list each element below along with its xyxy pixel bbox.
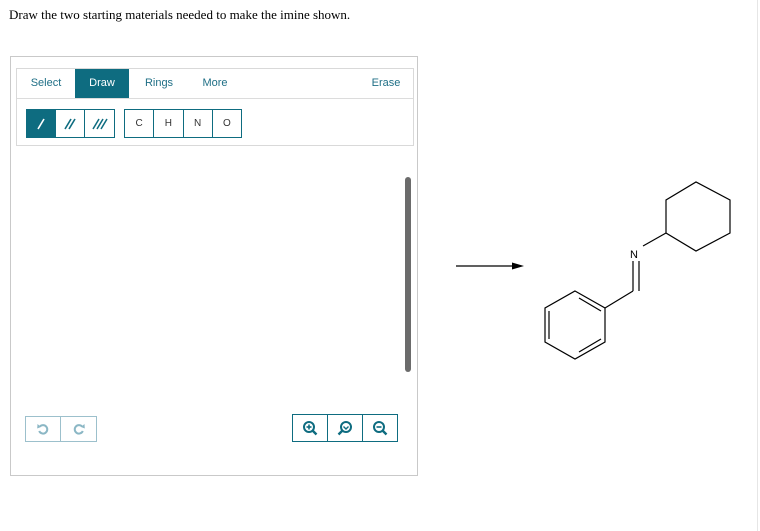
canvas-scrollbar[interactable] [405,177,411,372]
reaction-scheme: N [456,181,731,360]
zoom-controls [292,414,398,442]
zoom-out-icon [373,421,388,436]
atom-h-button[interactable]: H [154,110,184,137]
double-bond-button[interactable] [56,110,85,137]
redo-button[interactable] [61,417,96,441]
nitrogen-atom-label: N [630,249,638,261]
nitrogen-cyclohexyl-bond [642,232,667,247]
undo-icon [37,424,49,435]
atom-n-button[interactable]: N [184,110,213,137]
zoom-reset-icon [337,421,352,436]
single-bond-icon [37,118,45,129]
zoom-out-button[interactable] [363,415,397,441]
drawing-editor[interactable]: Select Draw Rings More Erase C H N O [10,56,418,476]
reaction-arrow [456,262,524,270]
triple-bond-button[interactable] [85,110,114,137]
atom-tool-group: C H N O [124,109,242,138]
ring-to-imine-carbon-bond [604,290,634,309]
cyclohexane-ring [665,181,731,252]
zoom-reset-button[interactable] [328,415,363,441]
atom-c-button[interactable]: C [125,110,155,137]
bond-tool-group [26,109,115,138]
zoom-in-button[interactable] [293,415,328,441]
imine-product-structure [544,181,731,360]
tab-draw[interactable]: Draw [75,69,129,98]
atom-o-button[interactable]: O [213,110,241,137]
double-bond-icon [64,118,76,129]
tab-rings[interactable]: Rings [139,69,179,98]
tab-more[interactable]: More [195,69,235,98]
triple-bond-icon [91,118,108,129]
tab-select[interactable]: Select [23,69,69,98]
question-prompt: Draw the two starting materials needed t… [9,7,351,22]
tab-erase[interactable]: Erase [365,69,407,98]
editor-toolbar: Select Draw Rings More Erase C H N O [16,68,414,146]
tab-row: Select Draw Rings More Erase [17,69,413,99]
redo-icon [73,424,85,435]
history-controls [25,416,97,442]
benzene-ring [544,290,606,360]
single-bond-button[interactable] [27,110,56,137]
page-divider [757,0,758,531]
zoom-in-icon [303,421,318,436]
undo-button[interactable] [26,417,61,441]
